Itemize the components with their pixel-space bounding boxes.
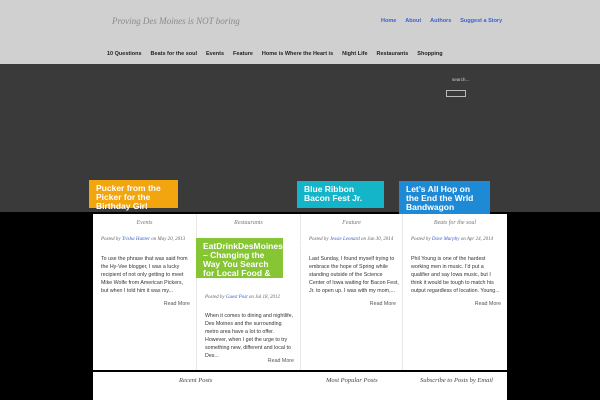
post-meta: Posted by Trisha Hunter on May 20, 2013 (101, 237, 186, 242)
post-category[interactable]: Feature (301, 220, 402, 226)
nav-events[interactable]: Events (206, 51, 224, 57)
post-column: Events Posted by Trisha Hunter on May 20… (93, 214, 197, 370)
top-nav-home[interactable]: Home (381, 18, 396, 24)
post-column: Beats for the soul Posted by Dave Murphy… (403, 214, 507, 370)
top-nav-about[interactable]: About (405, 18, 421, 24)
top-nav-authors[interactable]: Authors (430, 18, 451, 24)
nav-home-heart[interactable]: Home is Where the Heart is (262, 51, 333, 57)
site-header: Proving Des Moines is NOT boring Home Ab… (0, 0, 600, 64)
post-meta: Posted by Jessie Leonard on Jan 30, 2014 (309, 237, 394, 242)
nav-restaurants[interactable]: Restaurants (377, 51, 409, 57)
search-input[interactable] (446, 90, 466, 97)
post-excerpt: Last Sunday, I found myself trying to em… (309, 256, 399, 294)
read-more-link[interactable]: Read More (164, 301, 190, 307)
post-excerpt: When it comes to dining and nightlife, D… (205, 313, 294, 359)
search-label: search... (452, 77, 470, 82)
post-excerpt: To use the phrase that was said from the… (101, 256, 188, 294)
read-more-link[interactable]: Read More (268, 358, 294, 364)
nav-night-life[interactable]: Night Life (342, 51, 367, 57)
nav-feature[interactable]: Feature (233, 51, 253, 57)
feature-bacon-fest[interactable]: Blue Ribbon Bacon Fest Jr. (297, 181, 384, 208)
recent-posts-grid: Events Posted by Trisha Hunter on May 20… (93, 214, 507, 370)
feature-eatdrink[interactable]: EatDrinkDesMoines.com – Changing the Way… (196, 238, 303, 287)
top-nav-suggest[interactable]: Suggest a Story (460, 18, 502, 24)
read-more-link[interactable]: Read More (370, 301, 396, 307)
post-meta: Posted by Guest Post on Jul 18, 2012 (205, 295, 280, 300)
nav-beats[interactable]: Beats for the soul (151, 51, 197, 57)
post-author[interactable]: Dave Murphy (432, 237, 460, 242)
post-category[interactable]: Restaurants (197, 220, 300, 226)
post-author[interactable]: Trisha Hunter (122, 237, 150, 242)
post-category[interactable]: Beats for the soul (403, 220, 507, 226)
post-category[interactable]: Events (93, 220, 196, 226)
post-author[interactable]: Jessie Leonard (330, 237, 360, 242)
popular-posts-title: Most Popular Posts (326, 377, 378, 384)
nav-10-questions[interactable]: 10 Questions (107, 51, 142, 57)
top-nav: Home About Authors Suggest a Story (381, 18, 502, 24)
feature-pucker[interactable]: Pucker from the Picker for the Birthday … (89, 180, 178, 211)
read-more-link[interactable]: Read More (475, 301, 501, 307)
nav-shopping[interactable]: Shopping (417, 51, 442, 57)
post-column: Feature Posted by Jessie Leonard on Jan … (301, 214, 403, 370)
page: Proving Des Moines is NOT boring Home Ab… (0, 0, 600, 400)
post-meta: Posted by Dave Murphy on Apr 24, 2014 (411, 237, 494, 242)
post-excerpt: Phil Young is one of the hardest working… (411, 256, 500, 294)
footer-widgets: Recent Posts Most Popular Posts Subscrib… (93, 372, 507, 400)
site-tagline[interactable]: Proving Des Moines is NOT boring (112, 16, 240, 26)
recent-posts-title: Recent Posts (179, 377, 213, 384)
main-nav: 10 Questions Beats for the soul Events F… (107, 51, 443, 57)
subscribe-title: Subscribe to Posts by Email (420, 377, 493, 384)
post-author[interactable]: Guest Post (226, 295, 248, 300)
